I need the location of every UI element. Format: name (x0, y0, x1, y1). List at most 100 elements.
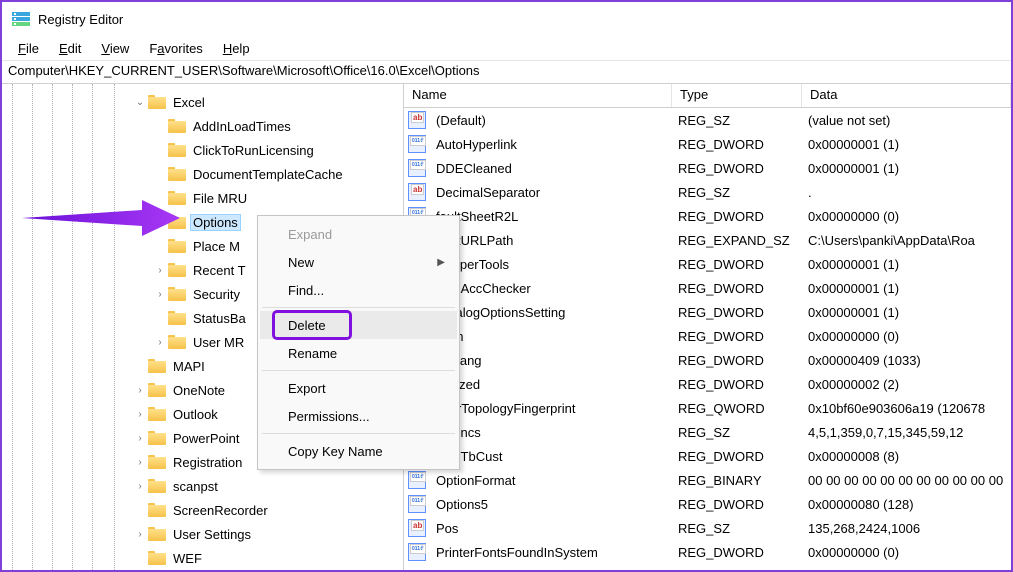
value-type: REG_DWORD (672, 495, 802, 514)
value-data: 0x10bf60e903606a19 (120678 (802, 399, 1011, 418)
context-menu-rename[interactable]: Rename (260, 339, 457, 367)
tree-label[interactable]: Registration (170, 454, 245, 471)
value-data: 0x00000000 (0) (802, 207, 1011, 226)
tree-label[interactable]: Outlook (170, 406, 221, 423)
tree-label[interactable]: File MRU (190, 190, 250, 207)
value-row[interactable]: DecimalSeparatorREG_SZ. (404, 180, 1011, 204)
header-data[interactable]: Data (802, 84, 1011, 107)
values-header-row: Name Type Data (404, 84, 1011, 108)
regedit-app-icon (12, 10, 30, 28)
tree-label[interactable]: AddInLoadTimes (190, 118, 294, 135)
value-row[interactable]: veloperToolsREG_DWORD0x00000001 (1) (404, 252, 1011, 276)
value-data: 0x00000000 (0) (802, 327, 1011, 346)
value-row[interactable]: ximizedREG_DWORD0x00000002 (2) (404, 372, 1011, 396)
value-row[interactable]: MsoTbCustREG_DWORD0x00000008 (8) (404, 444, 1011, 468)
tree-label[interactable]: ClickToRunLicensing (190, 142, 317, 159)
window-title: Registry Editor (38, 12, 123, 27)
value-row[interactable]: UFuncsREG_SZ4,5,1,359,0,7,15,345,59,12 (404, 420, 1011, 444)
value-row[interactable]: OptionFormatREG_BINARY00 00 00 00 00 00 … (404, 468, 1011, 492)
reg-binary-icon (408, 495, 426, 513)
tree-expander-icon[interactable]: › (132, 478, 148, 494)
context-menu-label: Export (288, 381, 326, 396)
value-name: ableAccChecker (430, 279, 672, 298)
tree-label[interactable]: User Settings (170, 526, 254, 543)
menu-help[interactable]: Help (213, 39, 260, 58)
value-data: . (802, 183, 1011, 202)
value-name: tRun (430, 327, 672, 346)
folder-icon (148, 503, 166, 517)
tree-label[interactable]: Security (190, 286, 243, 303)
tree-label[interactable]: Options (190, 214, 241, 231)
value-name: faultSheetR2L (430, 207, 672, 226)
context-menu-new[interactable]: New▶ (260, 248, 457, 276)
menu-file[interactable]: File (8, 39, 49, 58)
tree-item[interactable]: › User Settings (2, 522, 403, 546)
tree-expander-icon[interactable]: › (152, 262, 168, 278)
folder-icon (148, 383, 166, 397)
tree-expander-icon[interactable]: › (132, 406, 148, 422)
values-pane[interactable]: Name Type Data (Default)REG_SZ(value not… (404, 84, 1011, 570)
value-row[interactable]: faultURLPathREG_EXPAND_SZC:\Users\panki\… (404, 228, 1011, 252)
tree-item[interactable]: DocumentTemplateCache (2, 162, 403, 186)
tree-expander-icon[interactable]: › (132, 382, 148, 398)
folder-icon (148, 359, 166, 373)
tree-label[interactable]: PowerPoint (170, 430, 242, 447)
tree-label[interactable]: DocumentTemplateCache (190, 166, 346, 183)
tree-expander-icon[interactable]: › (152, 286, 168, 302)
value-row[interactable]: PosREG_SZ135,268,2424,1006 (404, 516, 1011, 540)
tree-item[interactable]: File MRU (2, 186, 403, 210)
tree-label[interactable]: StatusBa (190, 310, 249, 327)
value-row[interactable]: faultSheetR2LREG_DWORD0x00000000 (0) (404, 204, 1011, 228)
value-row[interactable]: PrinterFontsFoundInSystemREG_DWORD0x0000… (404, 540, 1011, 564)
tree-label[interactable]: OneNote (170, 382, 228, 399)
context-menu-label: New (288, 255, 314, 270)
value-row[interactable]: DDECleanedREG_DWORD0x00000001 (1) (404, 156, 1011, 180)
value-row[interactable]: dDialogOptionsSettingREG_DWORD0x00000001… (404, 300, 1011, 324)
tree-item[interactable]: › scanpst (2, 474, 403, 498)
address-bar[interactable]: Computer\HKEY_CURRENT_USER\Software\Micr… (2, 60, 1011, 84)
value-row[interactable]: AutoHyperlinkREG_DWORD0x00000001 (1) (404, 132, 1011, 156)
tree-label[interactable]: scanpst (170, 478, 221, 495)
value-type: REG_DWORD (672, 327, 802, 346)
tree-label[interactable]: MAPI (170, 358, 208, 375)
value-data: 0x00000080 (128) (802, 495, 1011, 514)
context-menu-label: Find... (288, 283, 324, 298)
value-data: 0x00000001 (1) (802, 303, 1011, 322)
value-name: tUILang (430, 351, 672, 370)
tree-item[interactable]: ScreenRecorder (2, 498, 403, 522)
context-menu-copy-key-name[interactable]: Copy Key Name (260, 437, 457, 465)
tree-expander-icon[interactable]: › (152, 334, 168, 350)
tree-expander-icon[interactable]: › (132, 430, 148, 446)
context-menu-delete[interactable]: Delete (260, 311, 457, 339)
tree-label[interactable]: ScreenRecorder (170, 502, 271, 519)
tree-label[interactable]: User MR (190, 334, 247, 351)
value-row[interactable]: ableAccCheckerREG_DWORD0x00000001 (1) (404, 276, 1011, 300)
context-menu-permissions-[interactable]: Permissions... (260, 402, 457, 430)
tree-label[interactable]: Recent T (190, 262, 249, 279)
tree-expander-icon[interactable]: › (132, 526, 148, 542)
tree-expander-icon[interactable]: ⌄ (132, 94, 148, 110)
tree-item[interactable]: ⌄ Excel (2, 90, 403, 114)
menu-favorites[interactable]: Favorites (139, 39, 212, 58)
context-menu-export[interactable]: Export (260, 374, 457, 402)
header-type[interactable]: Type (672, 84, 802, 107)
tree-label[interactable]: Excel (170, 94, 208, 111)
context-menu-expand: Expand (260, 220, 457, 248)
folder-icon (148, 407, 166, 421)
menu-view[interactable]: View (91, 39, 139, 58)
value-row[interactable]: Options5REG_DWORD0x00000080 (128) (404, 492, 1011, 516)
tree-item[interactable]: WEF (2, 546, 403, 570)
value-row[interactable]: tUILangREG_DWORD0x00000409 (1033) (404, 348, 1011, 372)
context-menu-find-[interactable]: Find... (260, 276, 457, 304)
tree-expander-icon[interactable]: › (132, 454, 148, 470)
tree-item[interactable]: ClickToRunLicensing (2, 138, 403, 162)
tree-label[interactable]: Place M (190, 238, 243, 255)
menu-edit[interactable]: Edit (49, 39, 91, 58)
header-name[interactable]: Name (404, 84, 672, 107)
tree-item[interactable]: AddInLoadTimes (2, 114, 403, 138)
folder-icon (148, 527, 166, 541)
value-row[interactable]: (Default)REG_SZ(value not set) (404, 108, 1011, 132)
value-row[interactable]: tRunREG_DWORD0x00000000 (0) (404, 324, 1011, 348)
tree-label[interactable]: WEF (170, 550, 205, 567)
value-row[interactable]: nitorTopologyFingerprintREG_QWORD0x10bf6… (404, 396, 1011, 420)
